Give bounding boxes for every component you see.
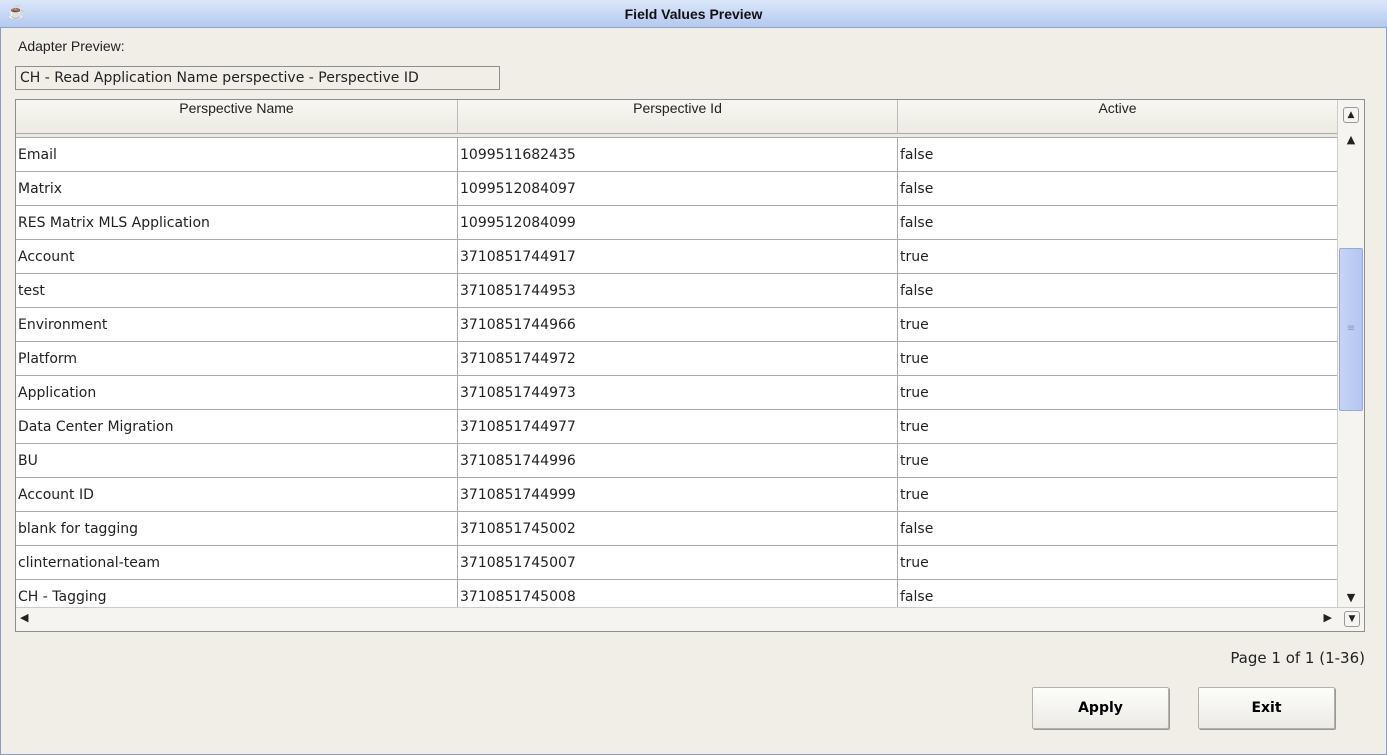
cell-active[interactable]: true [898,444,1338,477]
cell-active[interactable]: false [898,512,1338,545]
cell-active[interactable]: true [898,240,1338,273]
table-row[interactable]: RES Matrix MLS Application 1099512084099 f… [16,206,1338,240]
cell-perspective-id[interactable]: 1099512084097 [458,172,898,205]
table-row[interactable]: Platform 3710851744972 true [16,342,1338,376]
scroll-down-arrow-icon[interactable]: ▼ [1338,588,1364,608]
table-row[interactable]: Account 3710851744917 true [16,240,1338,274]
window-title: Field Values Preview [624,6,763,22]
vertical-scroll-thumb[interactable]: ≡ [1339,248,1363,411]
cell-perspective-id[interactable]: 3710851745007 [458,546,898,579]
cell-active[interactable]: true [898,342,1338,375]
table-body: Email 1099511682435 false Matrix 10995120840… [16,138,1338,608]
java-cup-icon: ☕ [7,4,26,21]
cell-perspective-name[interactable]: clinternational-team [16,546,458,579]
cell-active[interactable]: true [898,546,1338,579]
cell-perspective-name[interactable]: Application [16,376,458,409]
table-row[interactable]: Matrix 1099512084097 false [16,172,1338,206]
title-bar: ☕ Field Values Preview [0,0,1387,28]
cell-perspective-id[interactable]: 3710851744953 [458,274,898,307]
cell-perspective-id[interactable]: 3710851745002 [458,512,898,545]
vertical-scrollbar[interactable]: ▲ ▲ ≡ ▼ [1337,100,1364,608]
table-row[interactable]: Data Center Migration 3710851744977 true [16,410,1338,444]
cell-perspective-name[interactable]: blank for tagging [16,512,458,545]
apply-button[interactable]: Apply [1032,687,1169,729]
table-row[interactable]: blank for tagging 3710851745002 false [16,512,1338,546]
table-row[interactable]: test 3710851744953 false [16,274,1338,308]
cell-active[interactable]: true [898,478,1338,511]
scroll-right-arrow-icon[interactable]: ▶ [1324,611,1332,624]
cell-perspective-name[interactable]: test [16,274,458,307]
cell-perspective-id[interactable]: 3710851744999 [458,478,898,511]
field-values-table: Perspective Name Perspective Id Active E… [15,99,1365,632]
table-row[interactable]: Email 1099511682435 false [16,138,1338,172]
scroll-left-arrow-icon[interactable]: ◀ [20,611,28,624]
column-control-icon: ▲ [1343,107,1359,123]
horizontal-scrollbar[interactable]: ◀ ▶ ▼ [16,607,1364,631]
cell-perspective-name[interactable]: Matrix [16,172,458,205]
corner-filter-icon[interactable]: ▼ [1344,611,1360,627]
cell-perspective-name[interactable]: CH - Tagging [16,580,458,608]
cell-active[interactable]: true [898,410,1338,443]
table-row[interactable]: clinternational-team 3710851745007 true [16,546,1338,580]
cell-perspective-name[interactable]: Environment [16,308,458,341]
column-header-active[interactable]: Active [898,100,1338,134]
cell-perspective-id[interactable]: 3710851744996 [458,444,898,477]
table-header: Perspective Name Perspective Id Active [16,100,1338,138]
exit-button[interactable]: Exit [1198,687,1335,729]
pagination-status: Page 1 of 1 (1-36) [1230,649,1365,667]
cell-active[interactable]: false [898,172,1338,205]
cell-perspective-id[interactable]: 1099512084099 [458,206,898,239]
column-header-perspective-id[interactable]: Perspective Id [458,100,898,134]
column-header-perspective-name[interactable]: Perspective Name [16,100,458,134]
cell-perspective-id[interactable]: 1099511682435 [458,138,898,171]
cell-perspective-name[interactable]: RES Matrix MLS Application [16,206,458,239]
cell-perspective-name[interactable]: Data Center Migration [16,410,458,443]
table-row[interactable]: Application 3710851744973 true [16,376,1338,410]
table-row[interactable]: CH - Tagging 3710851745008 false [16,580,1338,608]
table-row[interactable]: BU 3710851744996 true [16,444,1338,478]
cell-perspective-id[interactable]: 3710851744972 [458,342,898,375]
cell-perspective-id[interactable]: 3710851744966 [458,308,898,341]
adapter-preview-label: Adapter Preview: [18,38,125,54]
cell-active[interactable]: false [898,580,1338,608]
scroll-up-arrow-icon[interactable]: ▲ [1338,130,1364,150]
cell-active[interactable]: false [898,274,1338,307]
cell-perspective-name[interactable]: Email [16,138,458,171]
column-control-button[interactable]: ▲ [1338,100,1364,130]
cell-active[interactable]: false [898,206,1338,239]
cell-perspective-name[interactable]: BU [16,444,458,477]
cell-active[interactable]: true [898,308,1338,341]
cell-active[interactable]: true [898,376,1338,409]
cell-perspective-id[interactable]: 3710851744973 [458,376,898,409]
cell-perspective-id[interactable]: 3710851744977 [458,410,898,443]
cell-perspective-name[interactable]: Platform [16,342,458,375]
table-row[interactable]: Account ID 3710851744999 true [16,478,1338,512]
cell-active[interactable]: false [898,138,1338,171]
adapter-preview-field[interactable]: CH - Read Application Name perspective -… [15,66,500,90]
table-row[interactable]: Environment 3710851744966 true [16,308,1338,342]
cell-perspective-name[interactable]: Account [16,240,458,273]
cell-perspective-id[interactable]: 3710851745008 [458,580,898,608]
cell-perspective-id[interactable]: 3710851744917 [458,240,898,273]
cell-perspective-name[interactable]: Account ID [16,478,458,511]
